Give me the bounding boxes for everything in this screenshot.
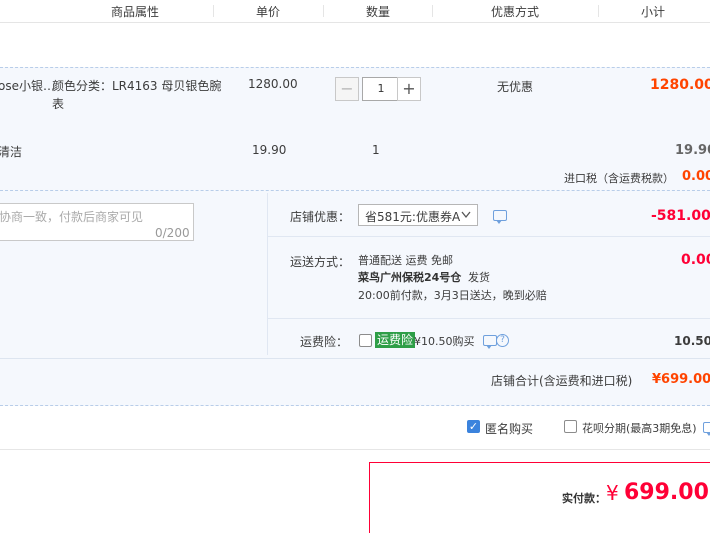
item1-subtotal: 1280.00 [650,77,710,93]
header-qty: 数量 [365,5,390,19]
item1-discount: 无优惠 [497,80,534,94]
insurance-checkbox[interactable] [359,334,372,347]
payment-amount: 699.00 [624,480,709,505]
header-subtotal: 小计 [640,5,665,19]
item2-title-link[interactable]: 清洁 [0,143,22,160]
item2-subtotal: 19.90 [675,143,710,158]
payment-summary-box: 实付款： ¥ 699.00 [369,462,710,533]
insurance-label: 运费险： [300,335,349,349]
header-price: 单价 [255,5,280,19]
message-placeholder: 协商一致，付款后商家可见 [0,210,144,224]
item1-attr-cont: 表 [52,97,65,111]
insurance-tag: 运费险 [375,332,416,348]
insurance-value: 10.50 [674,334,710,348]
chevron-down-icon [461,211,471,219]
coupon-selected: 省581元:优惠券A [365,210,461,224]
shipping-value: 0.00 [681,252,710,268]
header-divider [323,5,324,17]
shipping-ship-word: 发货 [468,271,490,284]
item1-attr: 颜色分类：LR4163 母贝银色腕 [52,79,222,93]
header-attr: 商品属性 [110,5,159,19]
column-header: 商品属性 单价 数量 优惠方式 小计 [0,0,710,23]
item1-title-link[interactable]: ose小银… [0,77,55,94]
row-divider [267,318,710,319]
chat-icon[interactable] [703,422,710,436]
buyer-message-textarea[interactable]: 协商一致，付款后商家可见 0/200 [0,203,194,241]
chat-icon[interactable] [493,210,507,224]
header-divider [432,5,433,17]
shop-total-label: 店铺合计(含运费和进口税) [491,374,633,388]
header-divider [598,5,599,17]
help-icon[interactable]: ? [496,334,509,347]
shop-coupon-value: -581.00 [651,208,710,224]
shipping-label: 运送方式： [290,255,351,269]
payment-label: 实付款： [562,492,606,505]
payment-currency: ¥ [606,481,619,505]
huabei-checkbox[interactable] [564,420,577,433]
increase-button[interactable]: + [397,77,421,101]
shipping-warehouse: 菜鸟广州保税24号仓 [358,271,462,284]
shop-total-value: ¥699.00 [652,372,710,387]
decrease-button[interactable]: − [335,77,359,101]
panel-divider [267,193,268,355]
header-discount: 优惠方式 [490,5,539,19]
anonymous-checkbox[interactable]: ✓ [467,420,480,433]
item2-qty: 1 [372,143,380,157]
section-divider [0,449,710,450]
coupon-select[interactable]: 省581元:优惠券A [358,204,478,226]
chat-icon[interactable] [483,335,497,349]
row-divider [267,236,710,237]
shipping-method: 普通配送 运费 免邮 [358,254,453,267]
message-counter: 0/200 [155,226,190,240]
anonymous-label: 匿名购买 [485,422,534,436]
item2-unit-price: 19.90 [252,143,287,157]
item1-unit-price: 1280.00 [248,77,298,91]
huabei-label: 花呗分期(最高3期免息) [582,422,697,435]
header-divider [213,5,214,17]
insurance-price: ¥10.50购买 [414,335,475,348]
import-tax-value: 0.00 [682,169,710,184]
import-tax-label: 进口税（含运费税款） [564,172,674,185]
shop-coupon-label: 店铺优惠： [290,210,351,224]
quantity-input[interactable]: 1 [362,77,400,101]
shipping-delivery-promise: 20:00前付款，3月3日送达，晚到必赔 [358,289,547,302]
